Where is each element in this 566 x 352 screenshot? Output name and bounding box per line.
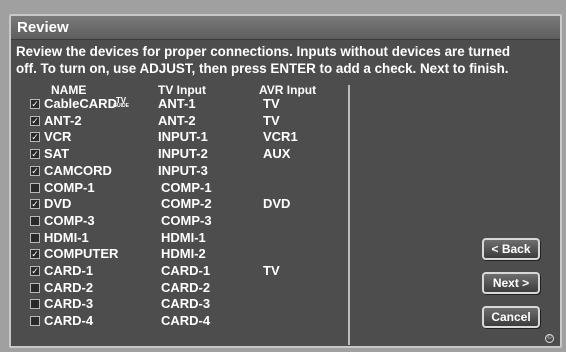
device-name: COMP-1 — [44, 179, 95, 195]
checkbox-unchecked-icon[interactable] — [30, 316, 40, 327]
tv-guide-icon: TV GUIDE — [113, 96, 129, 109]
checkbox-unchecked-icon[interactable] — [30, 182, 40, 193]
device-name: DVD — [44, 196, 72, 212]
checkbox-checked-icon[interactable]: ✓ — [30, 115, 40, 126]
checkbox-unchecked-icon[interactable] — [30, 232, 40, 243]
device-row[interactable]: CARD-3 CARD-3 — [11, 296, 351, 312]
device-row[interactable]: COMP-3 COMP-3 — [11, 213, 351, 229]
tv-input-value: INPUT-3 — [158, 162, 208, 178]
device-row[interactable]: ✓ CARD-1 CARD-1 TV — [11, 263, 351, 279]
device-name: CARD-3 — [44, 296, 94, 312]
screen-background: Review Review the devices for proper con… — [0, 0, 566, 352]
column-header-name: NAME — [51, 83, 87, 97]
tv-input-value: CARD-2 — [161, 279, 211, 295]
tv-input-value: CARD-1 — [161, 263, 211, 278]
column-header-tv-input: TV Input — [158, 83, 206, 97]
device-name: CARD-2 — [44, 279, 94, 295]
device-row[interactable]: ✓ ANT-2 ANT-2 TV — [11, 113, 351, 129]
device-name: CARD-1 — [44, 263, 94, 278]
instructions: Review the devices for proper connection… — [16, 43, 561, 77]
device-name: ANT-2 — [44, 112, 82, 128]
instructions-line-2: off. To turn on, use ADJUST, then press … — [16, 61, 509, 76]
tv-input-value: ANT-2 — [158, 112, 196, 128]
tv-input-value: COMP-2 — [161, 196, 212, 212]
device-name: HDMI-1 — [44, 229, 89, 245]
column-divider — [348, 85, 350, 345]
device-row[interactable]: CARD-4 CARD-4 — [11, 313, 351, 329]
avr-input-value: VCR1 — [263, 129, 298, 145]
dialog-title: Review — [17, 19, 69, 36]
device-name: VCR — [44, 129, 72, 145]
device-name: COMPUTER — [44, 246, 119, 262]
avr-input-value: TV — [263, 112, 280, 128]
device-row[interactable]: CARD-2 CARD-2 — [11, 280, 351, 296]
device-row[interactable]: ✓ CAMCORD INPUT-3 — [11, 163, 351, 179]
column-header-avr-input: AVR Input — [259, 83, 317, 97]
tv-input-value: INPUT-1 — [158, 129, 208, 145]
device-row[interactable]: COMP-1 COMP-1 — [11, 180, 351, 196]
device-row[interactable]: ✓ COMPUTER HDMI-2 — [11, 246, 351, 262]
tv-input-value: COMP-3 — [161, 212, 212, 228]
avr-input-value: TV — [263, 263, 280, 278]
tv-input-value: COMP-1 — [161, 179, 212, 195]
device-row[interactable]: ✓ SAT INPUT-2 AUX — [11, 146, 351, 162]
checkbox-checked-icon[interactable]: ✓ — [30, 266, 40, 276]
device-row[interactable]: ✓ DVD COMP-2 DVD — [11, 196, 351, 212]
next-button[interactable]: Next > — [482, 272, 540, 294]
device-row[interactable]: HDMI-1 HDMI-1 — [11, 230, 351, 246]
device-name: CAMCORD — [44, 162, 112, 178]
checkbox-unchecked-icon[interactable] — [30, 282, 40, 293]
device-name: CableCARD — [44, 96, 117, 111]
avr-input-value: AUX — [263, 146, 291, 162]
title-bar: Review — [11, 16, 560, 40]
checkbox-checked-icon[interactable]: ✓ — [30, 99, 40, 109]
cancel-button[interactable]: Cancel — [482, 306, 540, 328]
tv-input-value: CARD-4 — [161, 313, 211, 329]
review-dialog: Review Review the devices for proper con… — [9, 14, 562, 348]
checkbox-checked-icon[interactable]: ✓ — [30, 132, 40, 143]
tv-input-value: HDMI-2 — [161, 246, 206, 262]
device-name: SAT — [44, 146, 70, 162]
avr-input-value: TV — [263, 96, 280, 111]
checkbox-checked-icon[interactable]: ✓ — [30, 199, 40, 210]
tv-input-value: CARD-3 — [161, 296, 211, 312]
tv-input-value: HDMI-1 — [161, 229, 206, 245]
device-row[interactable]: ✓ CableCARD TV GUIDE ANT-1 TV — [11, 96, 351, 112]
tv-input-value: ANT-1 — [158, 96, 196, 111]
instructions-line-1: Review the devices for proper connection… — [16, 44, 511, 59]
checkbox-checked-icon[interactable]: ✓ — [30, 149, 40, 160]
checkbox-checked-icon[interactable]: ✓ — [30, 165, 40, 176]
avr-input-value: DVD — [263, 196, 291, 212]
device-name: COMP-3 — [44, 212, 95, 228]
device-name: CARD-4 — [44, 313, 94, 329]
checkbox-unchecked-icon[interactable] — [30, 299, 40, 310]
back-button[interactable]: < Back — [482, 238, 540, 260]
tv-input-value: INPUT-2 — [158, 146, 208, 162]
checkbox-unchecked-icon[interactable] — [30, 215, 40, 226]
device-row[interactable]: ✓ VCR INPUT-1 VCR1 — [11, 129, 351, 145]
copyright-icon: © — [545, 334, 554, 343]
checkbox-checked-icon[interactable]: ✓ — [30, 249, 40, 260]
